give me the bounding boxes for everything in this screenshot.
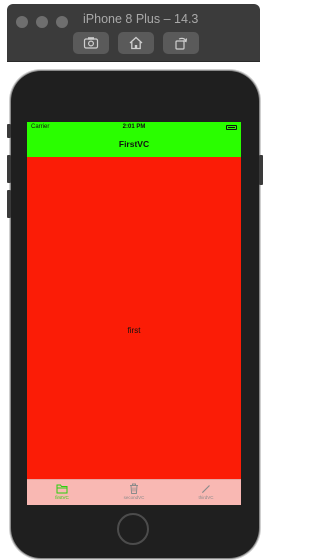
close-window-button[interactable] [16, 16, 28, 28]
window-title: iPhone 8 Plus – 14.3 [83, 12, 199, 26]
home-button[interactable] [117, 513, 149, 545]
tab-firstvc[interactable]: firstVC [27, 483, 97, 505]
camera-icon [83, 37, 99, 49]
home-icon [129, 36, 143, 50]
volume-down-button [7, 190, 11, 218]
navigation-bar: Carrier 2:01 PM FirstVC [27, 122, 241, 157]
pencil-icon [202, 485, 210, 493]
status-bar: Carrier 2:01 PM [27, 123, 241, 133]
status-time: 2:01 PM [122, 124, 146, 130]
battery-icon [226, 125, 237, 130]
tab-bar: firstVC secondVC thirdVC [27, 479, 241, 505]
home-toolbar-button[interactable] [118, 32, 154, 54]
power-button [259, 155, 263, 185]
device-screen: Carrier 2:01 PM FirstVC first firstVC se… [27, 122, 241, 505]
mute-switch [7, 124, 11, 138]
rotate-icon [175, 37, 188, 50]
minimize-window-button[interactable] [36, 16, 48, 28]
folder-icon [56, 484, 68, 494]
tab-label: secondVC [123, 495, 145, 500]
simulator-titlebar: iPhone 8 Plus – 14.3 [7, 4, 260, 62]
rotate-button[interactable] [163, 32, 199, 54]
volume-up-button [7, 155, 11, 183]
content-label: first [127, 326, 141, 335]
trash-icon [130, 483, 138, 494]
zoom-window-button[interactable] [56, 16, 68, 28]
tab-label: thirdVC [198, 495, 214, 500]
nav-title: FirstVC [118, 139, 150, 149]
tab-thirdvc[interactable]: thirdVC [171, 483, 241, 505]
tab-label: firstVC [55, 495, 69, 500]
screenshot-button[interactable] [73, 32, 109, 54]
tab-secondvc[interactable]: secondVC [99, 483, 169, 505]
